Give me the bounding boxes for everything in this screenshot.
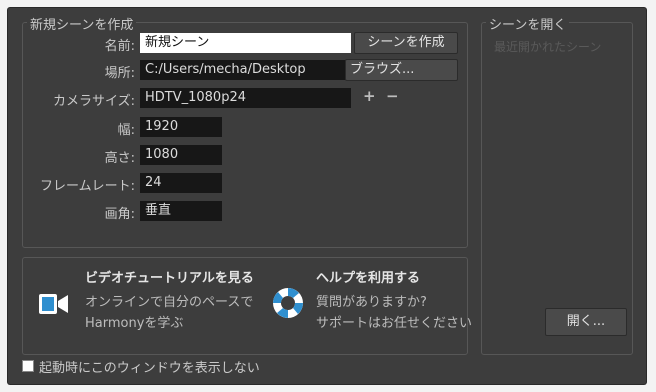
- create-scene-title: 新規シーンを作成: [27, 14, 137, 33]
- recent-scenes-label: 最近開かれたシーン: [494, 40, 602, 54]
- open-button[interactable]: 開く...: [545, 308, 627, 336]
- height-label: 高さ:: [104, 151, 135, 166]
- dont-show-label[interactable]: 起動時にこのウィンドウを表示しない: [39, 357, 260, 376]
- angle-label: 画角:: [104, 207, 135, 222]
- location-label: 場所:: [104, 66, 135, 81]
- frame-rate-input[interactable]: 24: [140, 173, 222, 193]
- create-scene-button[interactable]: シーンを作成: [354, 32, 458, 54]
- get-help-sub-1: 質問がありますか?: [316, 295, 427, 310]
- width-label: 幅:: [117, 123, 135, 138]
- camera-size-select[interactable]: HDTV_1080p24: [140, 88, 351, 108]
- scene-name-input[interactable]: 新規シーン: [140, 33, 351, 53]
- open-scene-title: シーンを開く: [486, 14, 570, 33]
- video-tutorial-sub-1: オンラインで自分のペースで: [85, 295, 254, 310]
- height-input[interactable]: 1080: [140, 145, 222, 165]
- get-help-link[interactable]: ヘルプを利用する: [316, 267, 420, 286]
- name-label: 名前:: [104, 39, 135, 54]
- frame-rate-label: フレームレート:: [40, 179, 135, 194]
- welcome-dialog: 新規シーンを作成 名前: 新規シーン シーンを作成 場所: C:/Users/m…: [8, 8, 646, 384]
- camera-size-label: カメラサイズ:: [53, 94, 135, 109]
- video-tutorial-link[interactable]: ビデオチュートリアルを見る: [85, 267, 254, 286]
- lifebuoy-icon[interactable]: [271, 286, 305, 320]
- browse-button[interactable]: ブラウズ...: [345, 59, 458, 81]
- open-scene-group: シーンを開く 最近開かれたシーン 開く...: [481, 14, 633, 355]
- angle-select[interactable]: 垂直: [140, 201, 222, 221]
- location-input[interactable]: C:/Users/mecha/Desktop: [140, 60, 351, 80]
- add-camera-size-button[interactable]: +: [363, 87, 376, 105]
- width-input[interactable]: 1920: [140, 117, 222, 137]
- video-tutorial-sub-2: Harmonyを学ぶ: [85, 316, 184, 331]
- remove-camera-size-button[interactable]: −: [386, 87, 399, 105]
- get-help-sub-2: サポートはお任せください: [316, 316, 473, 331]
- help-area: ビデオチュートリアルを見る オンラインで自分のペースで Harmonyを学ぶ ヘ…: [22, 257, 472, 355]
- video-camera-icon[interactable]: [39, 292, 69, 316]
- create-scene-group: 新規シーンを作成 名前: 新規シーン シーンを作成 場所: C:/Users/m…: [22, 14, 468, 248]
- dont-show-checkbox[interactable]: [22, 360, 34, 372]
